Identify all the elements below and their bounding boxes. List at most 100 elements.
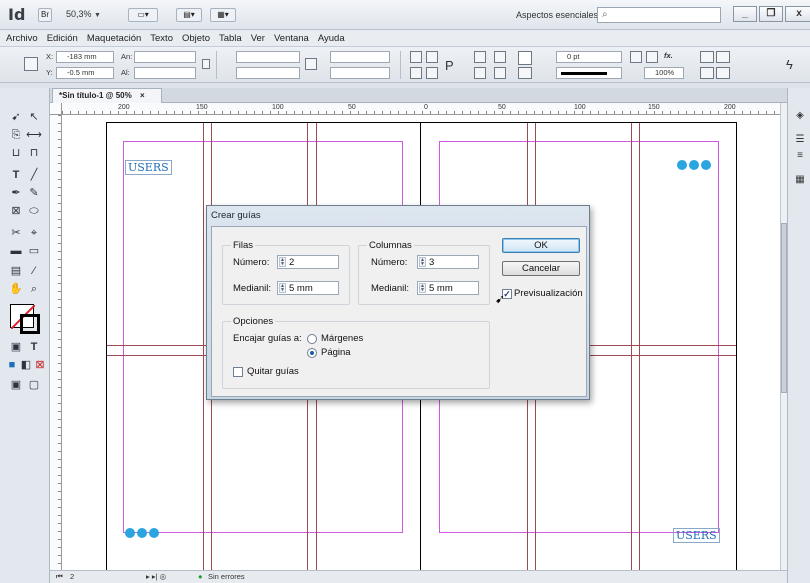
hand-tool-icon[interactable]: ✋ <box>8 282 24 296</box>
stepper-arrows-icon[interactable]: ▲ ▼ <box>279 257 286 267</box>
columns-number-stepper[interactable]: ▲ ▼ 3 <box>417 255 479 269</box>
lightning-icon[interactable]: ϟ <box>786 57 793 72</box>
screen-mode-button[interactable]: ▤▾ <box>176 8 202 22</box>
rotate-cw-icon[interactable] <box>410 51 422 63</box>
margins-radio-label[interactable]: Márgenes <box>321 333 363 344</box>
rotation-field[interactable] <box>330 51 390 63</box>
vertical-scroll-thumb[interactable] <box>781 223 787 393</box>
width-field[interactable] <box>134 51 196 63</box>
tab-close-icon[interactable]: × <box>140 91 145 100</box>
select-previous-icon[interactable] <box>474 67 486 79</box>
column-guide[interactable] <box>631 123 632 570</box>
gap-tool-icon[interactable]: ⟷ <box>26 128 42 142</box>
rotate-ccw-icon[interactable] <box>426 51 438 63</box>
page-number[interactable]: 2 <box>70 572 74 581</box>
scale-x-field[interactable] <box>236 51 300 63</box>
menu-texto[interactable]: Texto <box>150 30 173 46</box>
column-guide[interactable] <box>639 123 640 570</box>
page-tool-icon[interactable]: ⎘ <box>8 128 24 142</box>
x-position-field[interactable]: -183 mm <box>56 51 114 63</box>
fx-icon[interactable]: fx. <box>664 51 673 60</box>
document-tab[interactable]: *Sin título-1 @ 50% × <box>52 88 162 103</box>
select-content-icon[interactable] <box>494 51 506 63</box>
search-input[interactable]: ⌕ <box>597 7 721 23</box>
users-text-frame[interactable]: USERS <box>125 160 172 175</box>
ok-button[interactable]: OK <box>502 238 580 253</box>
scale-y-field[interactable] <box>236 67 300 79</box>
rectangle-frame-tool-icon[interactable]: ⊠ <box>8 204 24 218</box>
menu-maquetacion[interactable]: Maquetación <box>87 30 141 46</box>
maximize-button[interactable]: ❐ <box>759 6 783 22</box>
stroke-type-select[interactable] <box>556 67 622 79</box>
formatting-container-icon[interactable]: ▣ <box>8 340 24 354</box>
height-field[interactable] <box>134 67 196 79</box>
line-tool-icon[interactable]: ╱ <box>26 168 42 182</box>
menu-tabla[interactable]: Tabla <box>219 30 242 46</box>
stepper-arrows-icon[interactable]: ▲ ▼ <box>419 257 426 267</box>
menu-ventana[interactable]: Ventana <box>274 30 309 46</box>
pen-tool-icon[interactable]: ✒ <box>8 186 24 200</box>
links-panel-icon[interactable]: ≡ <box>793 150 807 162</box>
formatting-text-icon[interactable]: T <box>26 340 42 354</box>
note-tool-icon[interactable]: ▤ <box>8 264 24 278</box>
stepper-arrows-icon[interactable]: ▲ ▼ <box>279 283 286 293</box>
rows-number-stepper[interactable]: ▲ ▼ 2 <box>277 255 339 269</box>
fill-frame-icon[interactable] <box>646 51 658 63</box>
type-tool-icon[interactable]: T <box>8 168 24 182</box>
column-guide[interactable] <box>203 123 204 570</box>
vertical-ruler[interactable] <box>50 115 62 570</box>
page-radio[interactable] <box>307 348 317 358</box>
fill-swatch-icon[interactable] <box>518 51 532 65</box>
close-button[interactable]: x <box>785 6 810 22</box>
selection-tool-icon[interactable]: ➹ <box>8 110 24 124</box>
swatches-panel-icon[interactable]: ▦ <box>793 174 807 186</box>
select-next-icon[interactable] <box>494 67 506 79</box>
menu-edicion[interactable]: Edición <box>47 30 78 46</box>
view-options-button[interactable]: ▭▾ <box>128 8 158 22</box>
pages-panel-icon[interactable]: ◈ <box>793 110 807 122</box>
margins-radio[interactable] <box>307 334 317 344</box>
horizontal-ruler[interactable]: 200 150 100 50 0 50 100 150 200 <box>62 103 780 115</box>
distribute-icon[interactable] <box>700 67 714 79</box>
gradient-swatch-tool-icon[interactable]: ▬ <box>8 244 24 258</box>
align-icon[interactable] <box>716 51 730 63</box>
frame-icon[interactable] <box>630 51 642 63</box>
grid-icon[interactable] <box>716 67 730 79</box>
reference-point-icon[interactable] <box>24 57 38 71</box>
dots-graphic[interactable] <box>677 160 711 170</box>
pencil-tool-icon[interactable]: ✎ <box>26 186 42 200</box>
ruler-origin[interactable] <box>50 103 62 115</box>
ellipse-tool-icon[interactable]: ⬭ <box>26 204 42 218</box>
menu-ver[interactable]: Ver <box>251 30 265 46</box>
preflight-status[interactable]: Sin errores <box>208 572 245 581</box>
arrange-documents-button[interactable]: ▦▾ <box>210 8 236 22</box>
rows-gutter-stepper[interactable]: ▲ ▼ 5 mm <box>277 281 339 295</box>
layers-panel-icon[interactable]: ☰ <box>793 134 807 146</box>
eyedropper-tool-icon[interactable]: ⁄ <box>26 264 42 278</box>
page-radio-label[interactable]: Página <box>321 347 351 358</box>
preview-mode-icon[interactable]: ▢ <box>26 378 42 392</box>
preview-label[interactable]: Previsualización <box>514 288 583 299</box>
y-position-field[interactable]: -0.5 mm <box>56 67 114 79</box>
first-page-icon[interactable]: ⏮ <box>56 572 63 582</box>
stroke-swatch-icon[interactable] <box>518 67 532 79</box>
flip-h-icon[interactable] <box>410 67 422 79</box>
wrap-icon[interactable] <box>700 51 714 63</box>
page-nav-icons[interactable]: ▸ ▸| ◎ <box>146 572 166 581</box>
cancel-button[interactable]: Cancelar <box>502 261 580 276</box>
stepper-arrows-icon[interactable]: ▲ ▼ <box>419 283 426 293</box>
free-transform-tool-icon[interactable]: ⌖ <box>26 226 42 240</box>
menu-objeto[interactable]: Objeto <box>182 30 210 46</box>
zoom-tool-icon[interactable]: ⌕ <box>26 282 42 296</box>
columns-gutter-stepper[interactable]: ▲ ▼ 5 mm <box>417 281 479 295</box>
content-placer-icon[interactable]: ⊓ <box>26 146 42 160</box>
constrain-proportions-icon[interactable] <box>202 59 210 69</box>
zoom-level[interactable]: 50,3% ▼ <box>66 9 101 19</box>
direct-selection-tool-icon[interactable]: ↖ <box>26 110 42 124</box>
apply-none-icon[interactable]: ⊠ <box>32 358 48 372</box>
users-text-frame[interactable]: USERS <box>673 528 720 543</box>
stroke-swatch-icon[interactable] <box>20 314 40 334</box>
chain-icon[interactable] <box>305 58 317 70</box>
remove-guides-checkbox[interactable] <box>233 367 243 377</box>
menu-ayuda[interactable]: Ayuda <box>318 30 345 46</box>
